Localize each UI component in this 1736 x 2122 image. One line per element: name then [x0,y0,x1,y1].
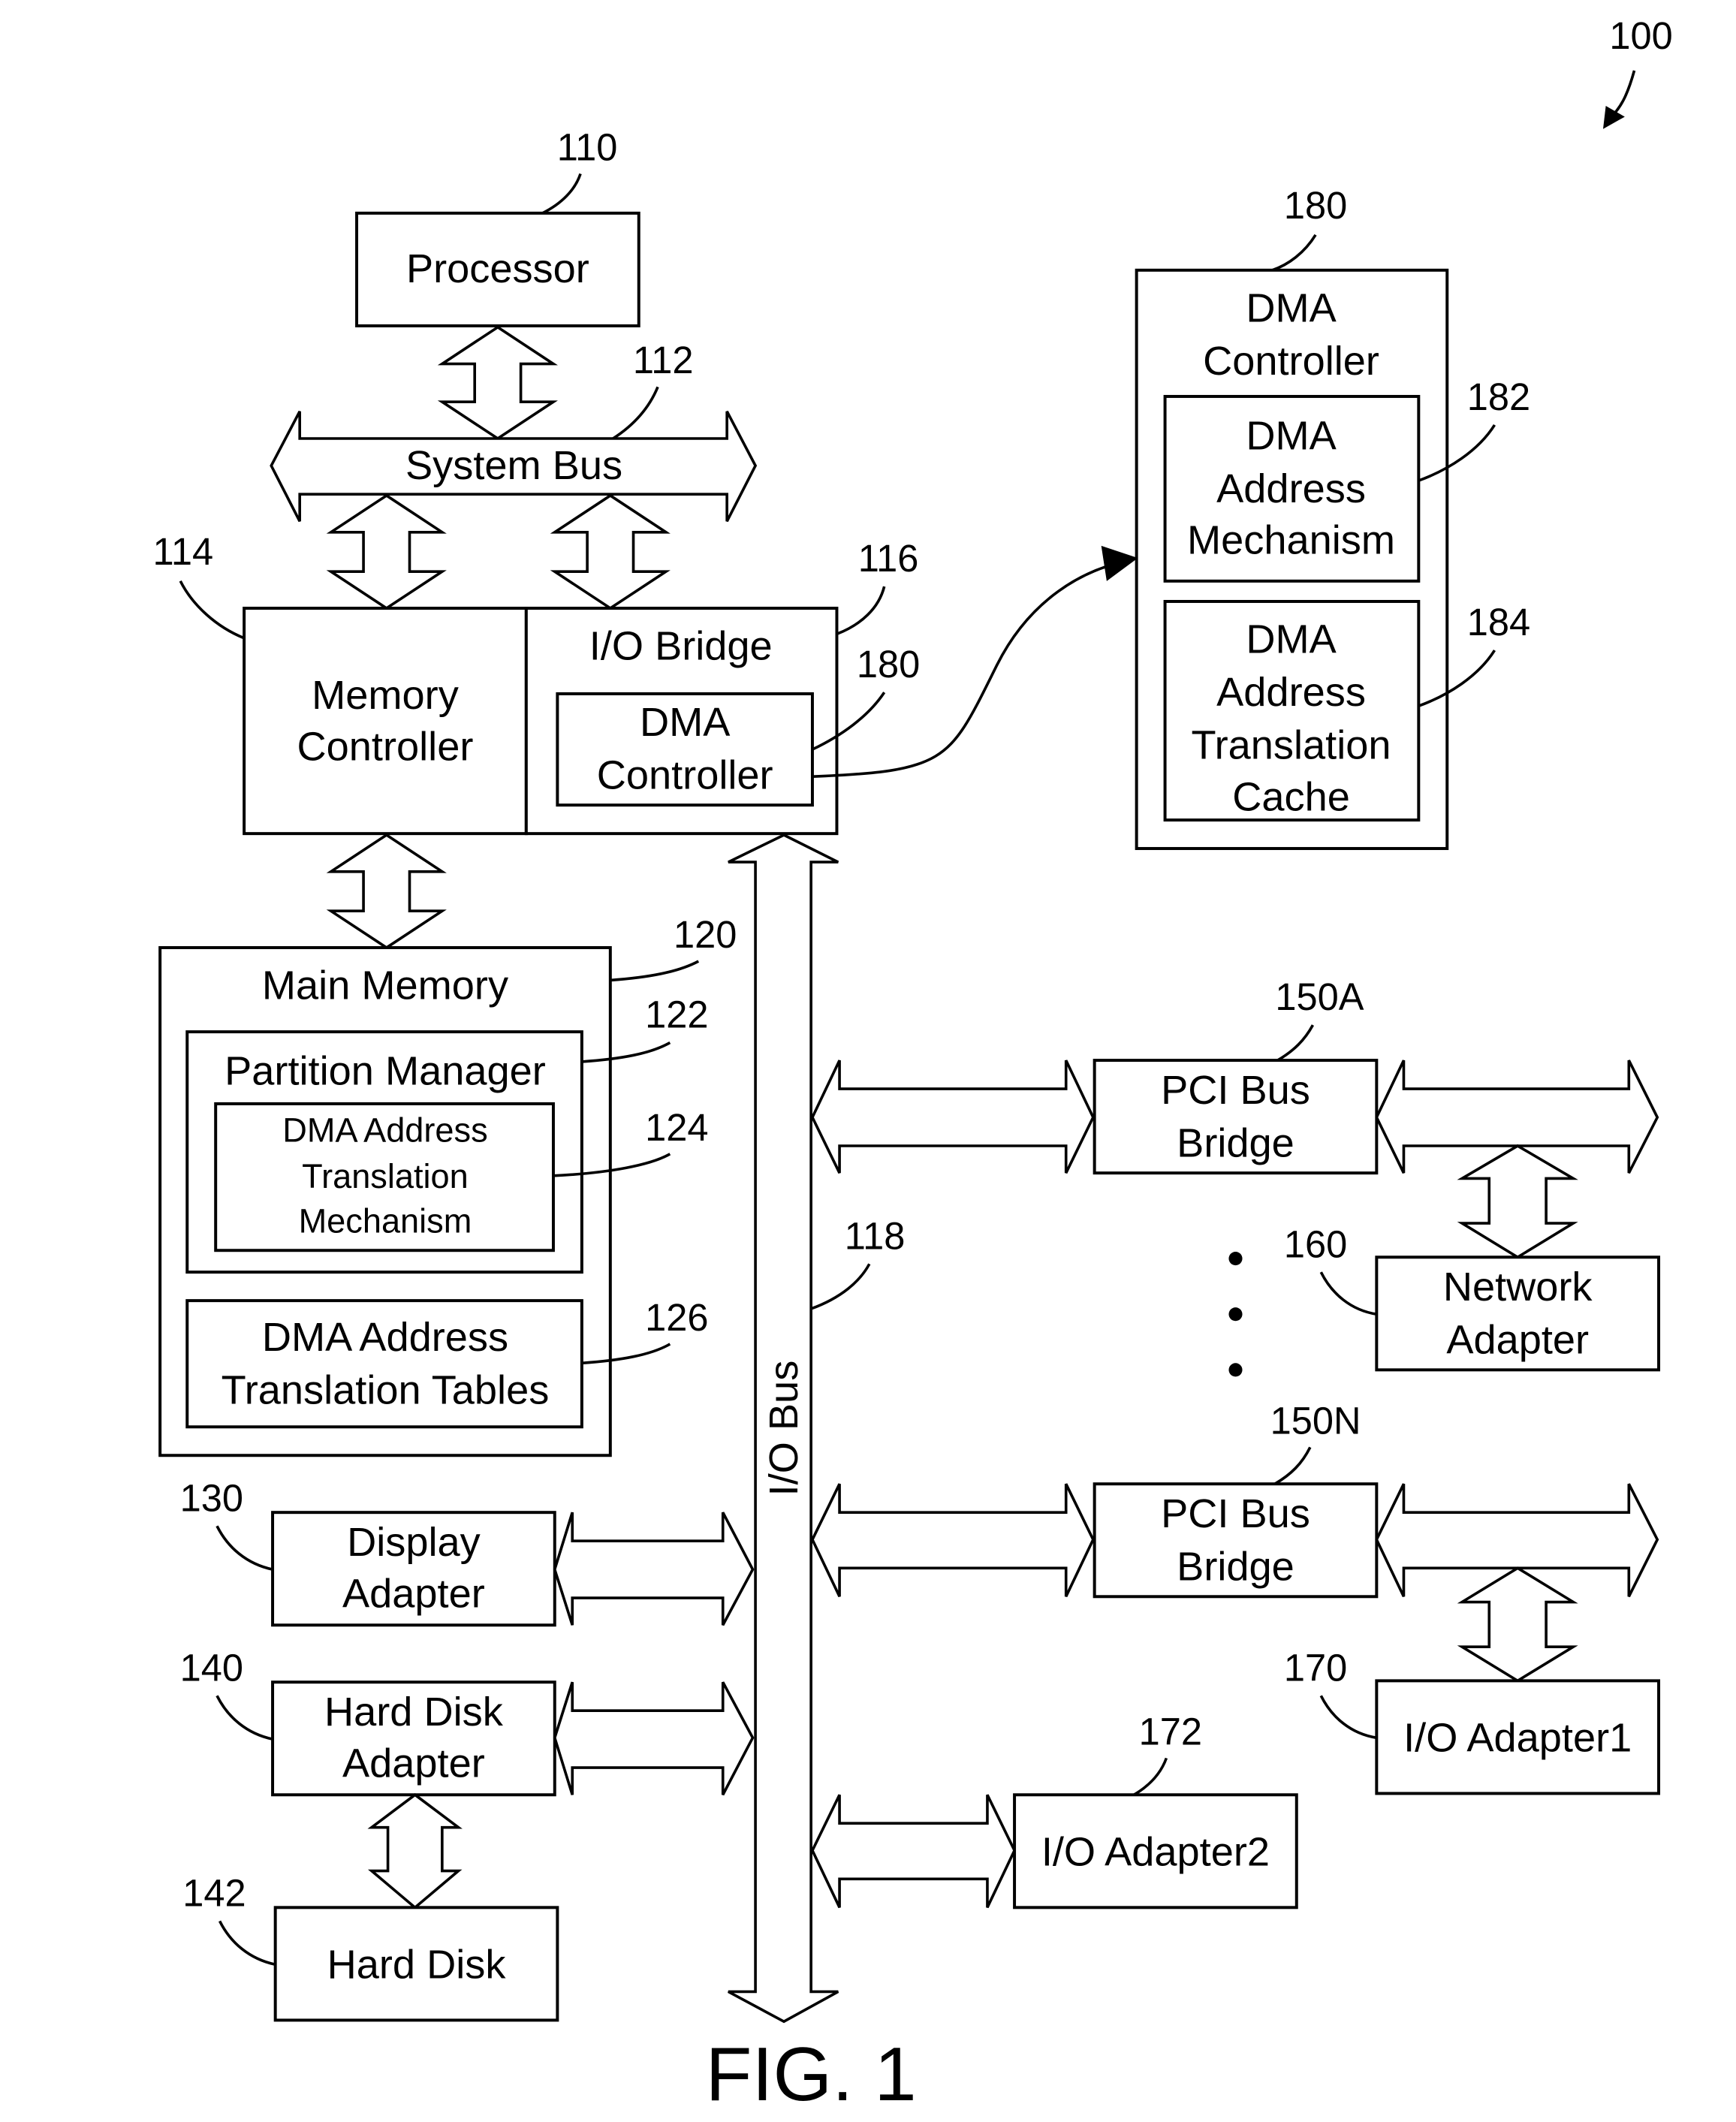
processor-bus-arrow [437,325,558,441]
ref-150a: 150A [1275,975,1364,1018]
processor-label: Processor [406,246,589,291]
ref-172: 172 [1139,1710,1202,1753]
pcia-network-arrow [1457,1144,1578,1259]
io-adapter1-label: I/O Adapter1 [1403,1715,1632,1760]
network-adapter-line1: Network [1443,1264,1593,1310]
lead-116 [836,586,886,636]
ref-150n: 150N [1270,1399,1361,1442]
pcin-ioadapter1-arrow [1457,1566,1578,1683]
ref-114: 114 [153,530,214,573]
dma-translation-tables-line1: DMA Address [262,1315,508,1360]
io-bridge-label: I/O Bridge [589,624,773,669]
dma-controller-detail-line2: Controller [1203,339,1379,384]
dma-address-mechanism-line2: Address [1216,466,1366,511]
ref-124: 124 [645,1106,708,1149]
dma-address-mechanism-line3: Mechanism [1187,518,1395,563]
lead-110 [541,173,582,215]
dma-translation-tables-line2: Translation Tables [222,1368,550,1413]
hard-disk-adapter-line2: Adapter [342,1741,485,1786]
ellipsis-dot-1 [1228,1252,1243,1266]
display-adapter-line1: Display [347,1520,481,1565]
hard-disk-adapter-line1: Hard Disk [324,1689,504,1735]
dma-detail-arrowhead-icon [1101,545,1138,581]
ref-120: 120 [674,913,737,956]
ref-184: 184 [1467,601,1530,644]
ref-100: 100 [1609,14,1672,57]
pci-bridge-n-line2: Bridge [1177,1545,1294,1590]
pci-bridge-a-line1: PCI Bus [1161,1068,1310,1113]
network-adapter-line2: Adapter [1446,1318,1589,1363]
hdadapter-iobus-arrow [553,1681,755,1796]
ref-100-arrowhead-icon [1602,106,1625,129]
lead-172 [1133,1757,1168,1796]
dma-controller-inner-line1: DMA [640,700,731,745]
iobus-pcia-arrow [810,1059,1095,1174]
memory-controller-line1: Memory [312,673,459,718]
ref-142: 142 [182,1871,246,1914]
lead-140 [215,1695,273,1741]
lead-180-detail [1271,234,1317,272]
lead-112 [612,386,659,440]
dma-translation-mechanism-line2: Translation [302,1157,469,1195]
ref-122: 122 [645,993,708,1036]
pci-bridge-n-line1: PCI Bus [1161,1491,1310,1536]
ref-126: 126 [645,1296,708,1339]
lead-118 [810,1263,871,1310]
diagram-canvas: 100 Processor 110 System Bus 112 Memory … [153,14,1673,2117]
display-iobus-arrow [553,1512,755,1626]
dma-translation-mechanism-line3: Mechanism [299,1202,472,1240]
iobus-ioadapter2-arrow [810,1794,1017,1909]
ref-180-inner: 180 [857,643,920,686]
ref-110: 110 [557,125,618,168]
ref-116: 116 [858,537,919,580]
ref-118: 118 [845,1214,906,1257]
ref-182: 182 [1467,375,1530,418]
dma-controller-inner-line2: Controller [597,752,773,797]
dma-translation-cache-line4: Cache [1232,774,1350,819]
dma-translation-cache-line1: DMA [1246,617,1337,662]
ellipsis-dot-2 [1228,1307,1243,1322]
partition-manager-label: Partition Manager [225,1049,546,1094]
ref-112: 112 [633,339,694,381]
dma-translation-cache-line3: Translation [1192,723,1391,768]
lead-160 [1319,1271,1377,1316]
lead-170 [1319,1695,1377,1740]
lead-120 [610,960,700,982]
main-memory-label: Main Memory [262,963,508,1008]
ref-130: 130 [180,1476,243,1519]
memctrl-mainmem-arrow [326,833,447,950]
io-adapter2-label: I/O Adapter2 [1041,1829,1270,1874]
pci-bridge-a-line2: Bridge [1177,1120,1294,1165]
ellipsis-dot-3 [1228,1363,1243,1377]
figure-caption: FIG. 1 [706,2032,917,2117]
ref-140: 140 [180,1646,243,1689]
ref-170: 170 [1284,1646,1347,1689]
io-bus-label: I/O Bus [761,1361,806,1497]
dma-translation-cache-line2: Address [1216,670,1366,715]
iobus-pcin-arrow [810,1483,1095,1598]
lead-130 [215,1525,273,1571]
hdadapter-harddisk-arrow [367,1792,463,1909]
system-bus-label: System Bus [405,443,622,488]
bus-iobridge-arrow [550,493,671,610]
lead-150a [1276,1024,1315,1062]
display-adapter-line2: Adapter [342,1572,485,1617]
lead-114 [179,580,245,640]
dma-address-mechanism-line1: DMA [1246,413,1337,458]
ref-160: 160 [1284,1222,1347,1265]
memory-controller-line2: Controller [297,724,474,769]
hard-disk-label: Hard Disk [327,1942,507,1987]
lead-150n [1273,1446,1312,1485]
dma-controller-detail-line1: DMA [1246,285,1337,330]
lead-142 [218,1920,276,1967]
memory-controller-box [243,607,528,836]
dma-translation-mechanism-line1: DMA Address [282,1111,487,1150]
bus-memctrl-arrow [326,493,447,610]
ref-180-detail: 180 [1284,184,1347,227]
